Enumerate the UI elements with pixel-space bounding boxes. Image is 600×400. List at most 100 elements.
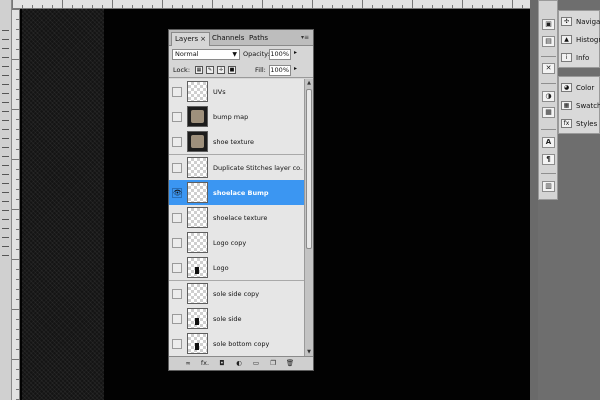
tools-icon[interactable]: ✕	[542, 63, 555, 74]
panel-tab-bar: Layers × Channels Paths ▾≡	[169, 30, 313, 46]
dock-item-color[interactable]: ◕ Color	[561, 81, 600, 95]
ruler-tick	[162, 0, 163, 8]
dock-item-info[interactable]: i Info	[561, 51, 600, 65]
tools-panel[interactable]	[0, 0, 12, 400]
visibility-toggle-icon[interactable]	[172, 112, 182, 123]
layers-icon[interactable]: ▥	[542, 181, 555, 192]
dock-item-navigator[interactable]: ✣ Navigator	[561, 15, 600, 29]
visibility-toggle-icon[interactable]	[172, 238, 182, 249]
dock-item-label: Swatches	[576, 102, 600, 110]
color-glyph: ◑	[545, 92, 552, 100]
lock-transparency-icon[interactable]: ▦	[195, 66, 203, 74]
dock-item-label: Info	[576, 54, 590, 62]
visibility-toggle-icon[interactable]	[172, 162, 182, 173]
paragraph-glyph: ¶	[546, 155, 551, 163]
scroll-up-icon[interactable]: ▲	[305, 79, 313, 87]
lock-pixels-icon[interactable]: ✎	[206, 66, 214, 74]
layer-row[interactable]: shoe texture	[169, 129, 304, 156]
tool-mark	[2, 210, 9, 211]
ruler-tick	[272, 5, 273, 8]
ruler-tick	[382, 5, 383, 8]
dock-item-label: Color	[576, 84, 595, 92]
navigator-icon[interactable]: ▣	[542, 19, 555, 30]
trash-icon[interactable]: 🗑	[285, 359, 295, 368]
navigator-icon: ✣	[561, 17, 572, 26]
layer-row[interactable]: shoelace texture	[169, 205, 304, 231]
fx-icon[interactable]: fx.	[200, 359, 210, 368]
new-layer-icon[interactable]: ❐	[268, 359, 278, 368]
ruler-tick	[282, 5, 283, 8]
dock-item-histogram[interactable]: ▲ Histogram	[561, 33, 600, 47]
group-icon[interactable]: ▭	[251, 359, 261, 368]
visibility-toggle-icon[interactable]	[172, 213, 182, 223]
lock-all-icon[interactable]: ■	[228, 66, 236, 74]
ruler-tick	[332, 5, 333, 8]
scroll-thumb[interactable]	[306, 89, 312, 249]
blend-mode-select[interactable]: Normal ▼	[172, 49, 240, 60]
tool-mark	[2, 165, 9, 166]
blend-row: Normal ▼ Opacity: 100% ▸	[169, 47, 313, 62]
opacity-label: Opacity:	[243, 50, 270, 58]
layer-row[interactable]: Logo copy	[169, 230, 304, 257]
tool-mark	[2, 39, 9, 40]
visibility-toggle-icon[interactable]	[172, 288, 182, 299]
ruler-tick	[16, 189, 19, 190]
layer-list-scrollbar[interactable]: ▲ ▼	[304, 79, 313, 356]
visibility-toggle-icon[interactable]	[172, 87, 182, 97]
histogram-icon[interactable]: ▤	[542, 36, 555, 47]
layer-row[interactable]: 👁 shoelace Bump	[169, 179, 304, 206]
ruler-tick	[322, 5, 323, 8]
dock-icon-column: ▣ ▤ ✕ ◑ ▦ A ¶ ▥	[538, 0, 558, 200]
layer-row[interactable]: bump map	[169, 104, 304, 131]
layer-row[interactable]: sole bottom copy	[169, 331, 304, 356]
ruler-tick	[16, 239, 19, 240]
visibility-toggle-icon[interactable]	[172, 339, 182, 349]
layer-thumbnail	[187, 156, 208, 178]
lock-position-icon[interactable]: ✛	[217, 66, 225, 74]
thumbnail-content	[195, 317, 199, 325]
vertical-ruler[interactable]	[12, 9, 20, 400]
close-icon[interactable]: ×	[200, 35, 206, 43]
layer-name: bump map	[213, 113, 249, 122]
adjustment-icon[interactable]: ◐	[234, 359, 244, 368]
dock-separator	[541, 56, 556, 57]
layer-name: Duplicate Stitches layer co...	[213, 163, 303, 172]
fill-slider-arrow-icon[interactable]: ▸	[294, 65, 297, 72]
opacity-slider-arrow-icon[interactable]: ▸	[294, 49, 297, 56]
link-icon[interactable]: ∞	[183, 359, 193, 368]
layer-row[interactable]: sole side copy	[169, 280, 304, 307]
layer-row[interactable]: UVs	[169, 79, 304, 105]
ruler-tick	[52, 5, 53, 8]
panel-menu-icon[interactable]: ▾≡	[300, 33, 310, 42]
ruler-tick	[102, 5, 103, 8]
ruler-tick	[16, 129, 19, 130]
tab-channels[interactable]: Channels	[209, 32, 247, 46]
ruler-tick	[442, 5, 443, 8]
ruler-tick	[92, 5, 93, 8]
layer-thumbnail	[187, 282, 208, 304]
opacity-input[interactable]: 100%	[269, 49, 291, 60]
scroll-down-icon[interactable]: ▼	[305, 348, 313, 356]
tab-label: Paths	[249, 34, 269, 42]
horizontal-ruler[interactable]	[12, 0, 530, 9]
layer-row[interactable]: sole side	[169, 305, 304, 332]
paragraph-icon[interactable]: ¶	[542, 154, 555, 165]
visibility-toggle-icon[interactable]: 👁	[172, 187, 182, 198]
dock-item-styles[interactable]: fx Styles	[561, 117, 600, 131]
character-icon[interactable]: A	[542, 137, 555, 148]
mask-icon[interactable]: ◘	[217, 359, 227, 368]
ruler-tick	[16, 229, 19, 230]
navigator-glyph: ▣	[545, 20, 552, 28]
visibility-toggle-icon[interactable]	[172, 263, 182, 274]
dock-item-swatches[interactable]: ▦ Swatches	[561, 99, 600, 113]
fill-input[interactable]: 100%	[269, 65, 291, 76]
tab-layers[interactable]: Layers ×	[171, 32, 211, 46]
swatches-icon[interactable]: ▦	[542, 107, 555, 118]
layer-row[interactable]: Logo	[169, 255, 304, 282]
visibility-toggle-icon[interactable]	[172, 313, 182, 324]
ruler-tick	[402, 5, 403, 8]
color-icon[interactable]: ◑	[542, 91, 555, 102]
layer-row[interactable]: Duplicate Stitches layer co...	[169, 154, 304, 181]
tab-paths[interactable]: Paths	[246, 32, 271, 46]
visibility-toggle-icon[interactable]	[172, 137, 182, 148]
